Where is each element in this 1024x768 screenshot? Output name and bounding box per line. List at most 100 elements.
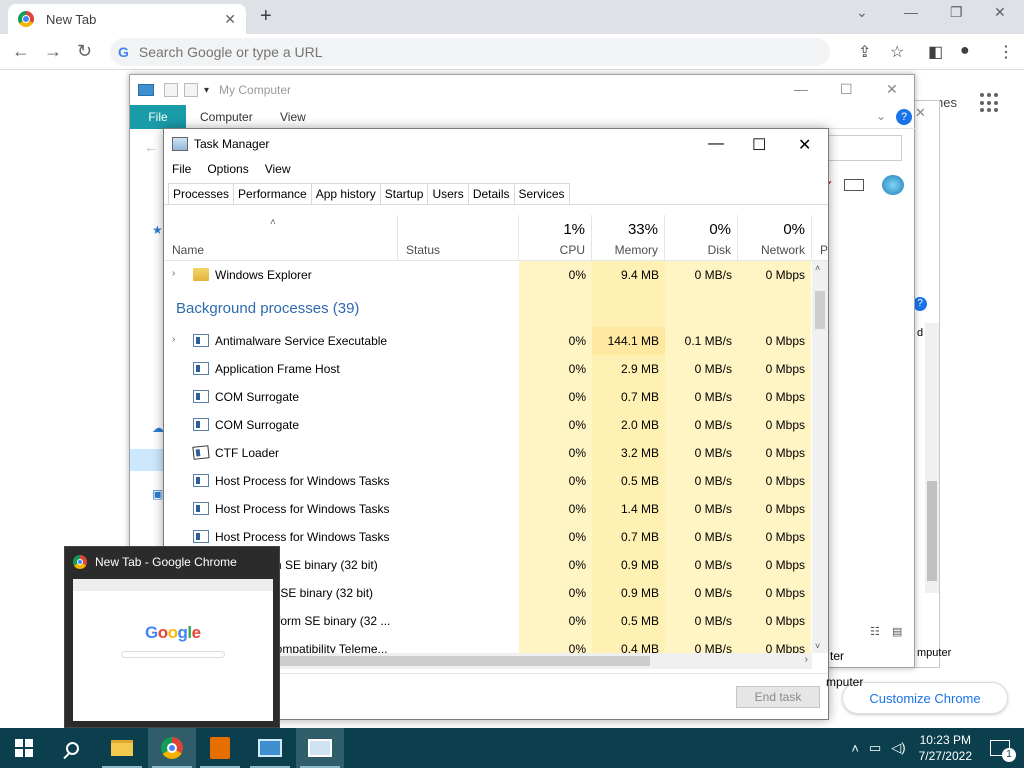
taskbar-file-explorer[interactable] <box>98 728 146 768</box>
close-window-icon[interactable]: ✕ <box>994 4 1006 21</box>
clock[interactable]: 10:23 PM 7/27/2022 <box>919 732 972 764</box>
side-panel-icon[interactable]: ◧ <box>928 42 943 62</box>
close-icon[interactable]: ✕ <box>915 105 926 121</box>
table-row[interactable]: COM Surrogate 0% 2.0 MB 0 MB/s 0 Mbps <box>164 411 812 439</box>
logo-letter: e <box>191 623 201 642</box>
customize-chrome-button[interactable]: Customize Chrome <box>842 682 1008 714</box>
column-cpu[interactable]: 1% CPU <box>519 215 592 261</box>
start-button[interactable] <box>0 728 48 768</box>
search-button[interactable] <box>48 728 96 768</box>
table-row[interactable]: CTF Loader 0% 3.2 MB 0 MB/s 0 Mbps <box>164 439 812 467</box>
new-tab-button[interactable]: + <box>260 5 272 28</box>
table-row[interactable]: Host Process for Windows Tasks 0% 1.4 MB… <box>164 495 812 523</box>
share-icon[interactable]: ⇪ <box>858 42 871 62</box>
properties-icon[interactable] <box>164 83 178 97</box>
menu-options[interactable]: Options <box>199 159 256 179</box>
help-icon[interactable]: ? <box>896 109 912 125</box>
back-icon[interactable]: ← <box>12 41 30 62</box>
profile-avatar-icon[interactable]: ● <box>960 42 970 60</box>
close-icon[interactable]: ✕ <box>798 135 811 155</box>
maximize-icon[interactable]: ☐ <box>752 135 766 155</box>
memory-total: 33% <box>627 221 658 238</box>
tab-services[interactable]: Services <box>513 183 570 205</box>
new-folder-icon[interactable] <box>184 83 198 97</box>
task-manager-titlebar: Task Manager <box>164 129 828 159</box>
minimize-icon[interactable]: — <box>708 135 724 153</box>
show-hidden-icons-icon[interactable]: ˄ <box>851 741 859 756</box>
column-name[interactable]: Name <box>164 215 398 261</box>
column-disk[interactable]: 0% Disk <box>665 215 738 261</box>
tab-close-icon[interactable]: ✕ <box>224 11 236 28</box>
google-apps-icon[interactable] <box>980 93 1000 113</box>
scrollbar-thumb[interactable] <box>264 656 650 666</box>
google-logo: Google <box>145 623 201 643</box>
scrollbar-thumb[interactable] <box>927 481 937 581</box>
column-network[interactable]: 0% Network <box>738 215 812 261</box>
minimize-icon[interactable]: — <box>794 81 808 97</box>
scroll-right-icon[interactable]: › <box>805 654 808 665</box>
tab-details[interactable]: Details <box>467 183 515 205</box>
expand-icon[interactable]: › <box>172 268 175 279</box>
quick-access-dropdown-icon[interactable]: ▾ <box>204 85 209 96</box>
notifications-icon[interactable]: 1 <box>990 740 1016 762</box>
group-header[interactable]: Background processes (39) <box>164 289 812 327</box>
java-icon <box>210 737 230 759</box>
maximize-icon[interactable]: ☐ <box>840 81 853 98</box>
file-tab[interactable]: File <box>130 105 186 129</box>
large-icons-view-icon[interactable]: ▤ <box>892 625 902 638</box>
end-task-button[interactable]: End task <box>736 686 820 708</box>
chrome-menu-icon[interactable]: ⋮ <box>998 42 1014 62</box>
scrollbar-thumb[interactable] <box>815 291 825 329</box>
column-power[interactable]: P <box>812 215 828 261</box>
table-row[interactable]: › Windows Explorer 0% 9.4 MB 0 MB/s 0 Mb… <box>164 261 812 289</box>
help-icon[interactable]: ? <box>913 297 927 311</box>
table-row[interactable]: Host Process for Windows Tasks 0% 0.5 MB… <box>164 467 812 495</box>
tab-view[interactable]: View <box>280 110 306 124</box>
tab-users[interactable]: Users <box>427 183 469 205</box>
minimize-icon[interactable]: — <box>904 4 918 20</box>
scroll-up-icon[interactable]: ˄ <box>815 263 820 273</box>
browser-tab[interactable]: New Tab ✕ <box>8 4 246 34</box>
omnibox[interactable]: G <box>110 38 830 66</box>
menu-file[interactable]: File <box>164 159 199 179</box>
taskbar-task-manager[interactable] <box>296 728 344 768</box>
table-row[interactable]: Application Frame Host 0% 2.9 MB 0 MB/s … <box>164 355 812 383</box>
network-globe-icon[interactable] <box>882 175 904 195</box>
tab-performance[interactable]: Performance <box>233 183 312 205</box>
tab-startup[interactable]: Startup <box>379 183 429 205</box>
expand-icon[interactable]: › <box>172 334 175 345</box>
table-row[interactable]: COM Surrogate 0% 0.7 MB 0 MB/s 0 Mbps <box>164 383 812 411</box>
network-icon[interactable]: ▭ <box>869 740 881 756</box>
details-view-icon[interactable]: ☷ <box>870 625 880 638</box>
column-memory[interactable]: 33% Memory <box>592 215 665 261</box>
quick-access-icon[interactable]: ★ <box>152 223 163 237</box>
vertical-scrollbar[interactable]: ˄ ˅ <box>812 261 828 653</box>
taskbar-chrome[interactable] <box>148 728 196 768</box>
tab-app-history[interactable]: App history <box>310 183 381 205</box>
volume-icon[interactable]: ◁) <box>891 740 905 756</box>
restore-icon[interactable]: ❐ <box>950 4 963 21</box>
back-icon[interactable]: ← <box>144 139 158 155</box>
taskbar-my-computer[interactable] <box>246 728 294 768</box>
sidebar-item-selected[interactable] <box>130 449 164 471</box>
thumbnail-preview[interactable]: Google <box>73 579 273 721</box>
close-icon[interactable]: ✕ <box>886 81 898 98</box>
forward-icon[interactable]: → <box>44 41 62 62</box>
taskbar-java[interactable] <box>196 728 244 768</box>
tab-computer[interactable]: Computer <box>200 110 253 124</box>
network-icon[interactable]: ▣ <box>152 487 163 501</box>
scroll-down-icon[interactable]: ˅ <box>815 641 820 651</box>
disk-total: 0% <box>709 221 731 238</box>
email-icon[interactable] <box>844 179 864 191</box>
column-status[interactable]: Status <box>398 215 519 261</box>
table-row[interactable]: › Antimalware Service Executable 0% 144.… <box>164 327 812 355</box>
reload-icon[interactable]: ↻ <box>77 41 92 62</box>
menu-view[interactable]: View <box>257 159 299 179</box>
tab-search-icon[interactable]: ⌄ <box>856 4 868 21</box>
taskbar-thumbnail[interactable]: New Tab - Google Chrome Google <box>64 546 280 728</box>
bookmark-star-icon[interactable]: ☆ <box>890 42 904 62</box>
omnibox-input[interactable] <box>138 44 739 60</box>
tab-processes[interactable]: Processes <box>168 183 235 205</box>
ribbon-expand-icon[interactable]: ⌄ <box>876 109 886 123</box>
task-manager-icon <box>308 739 332 757</box>
